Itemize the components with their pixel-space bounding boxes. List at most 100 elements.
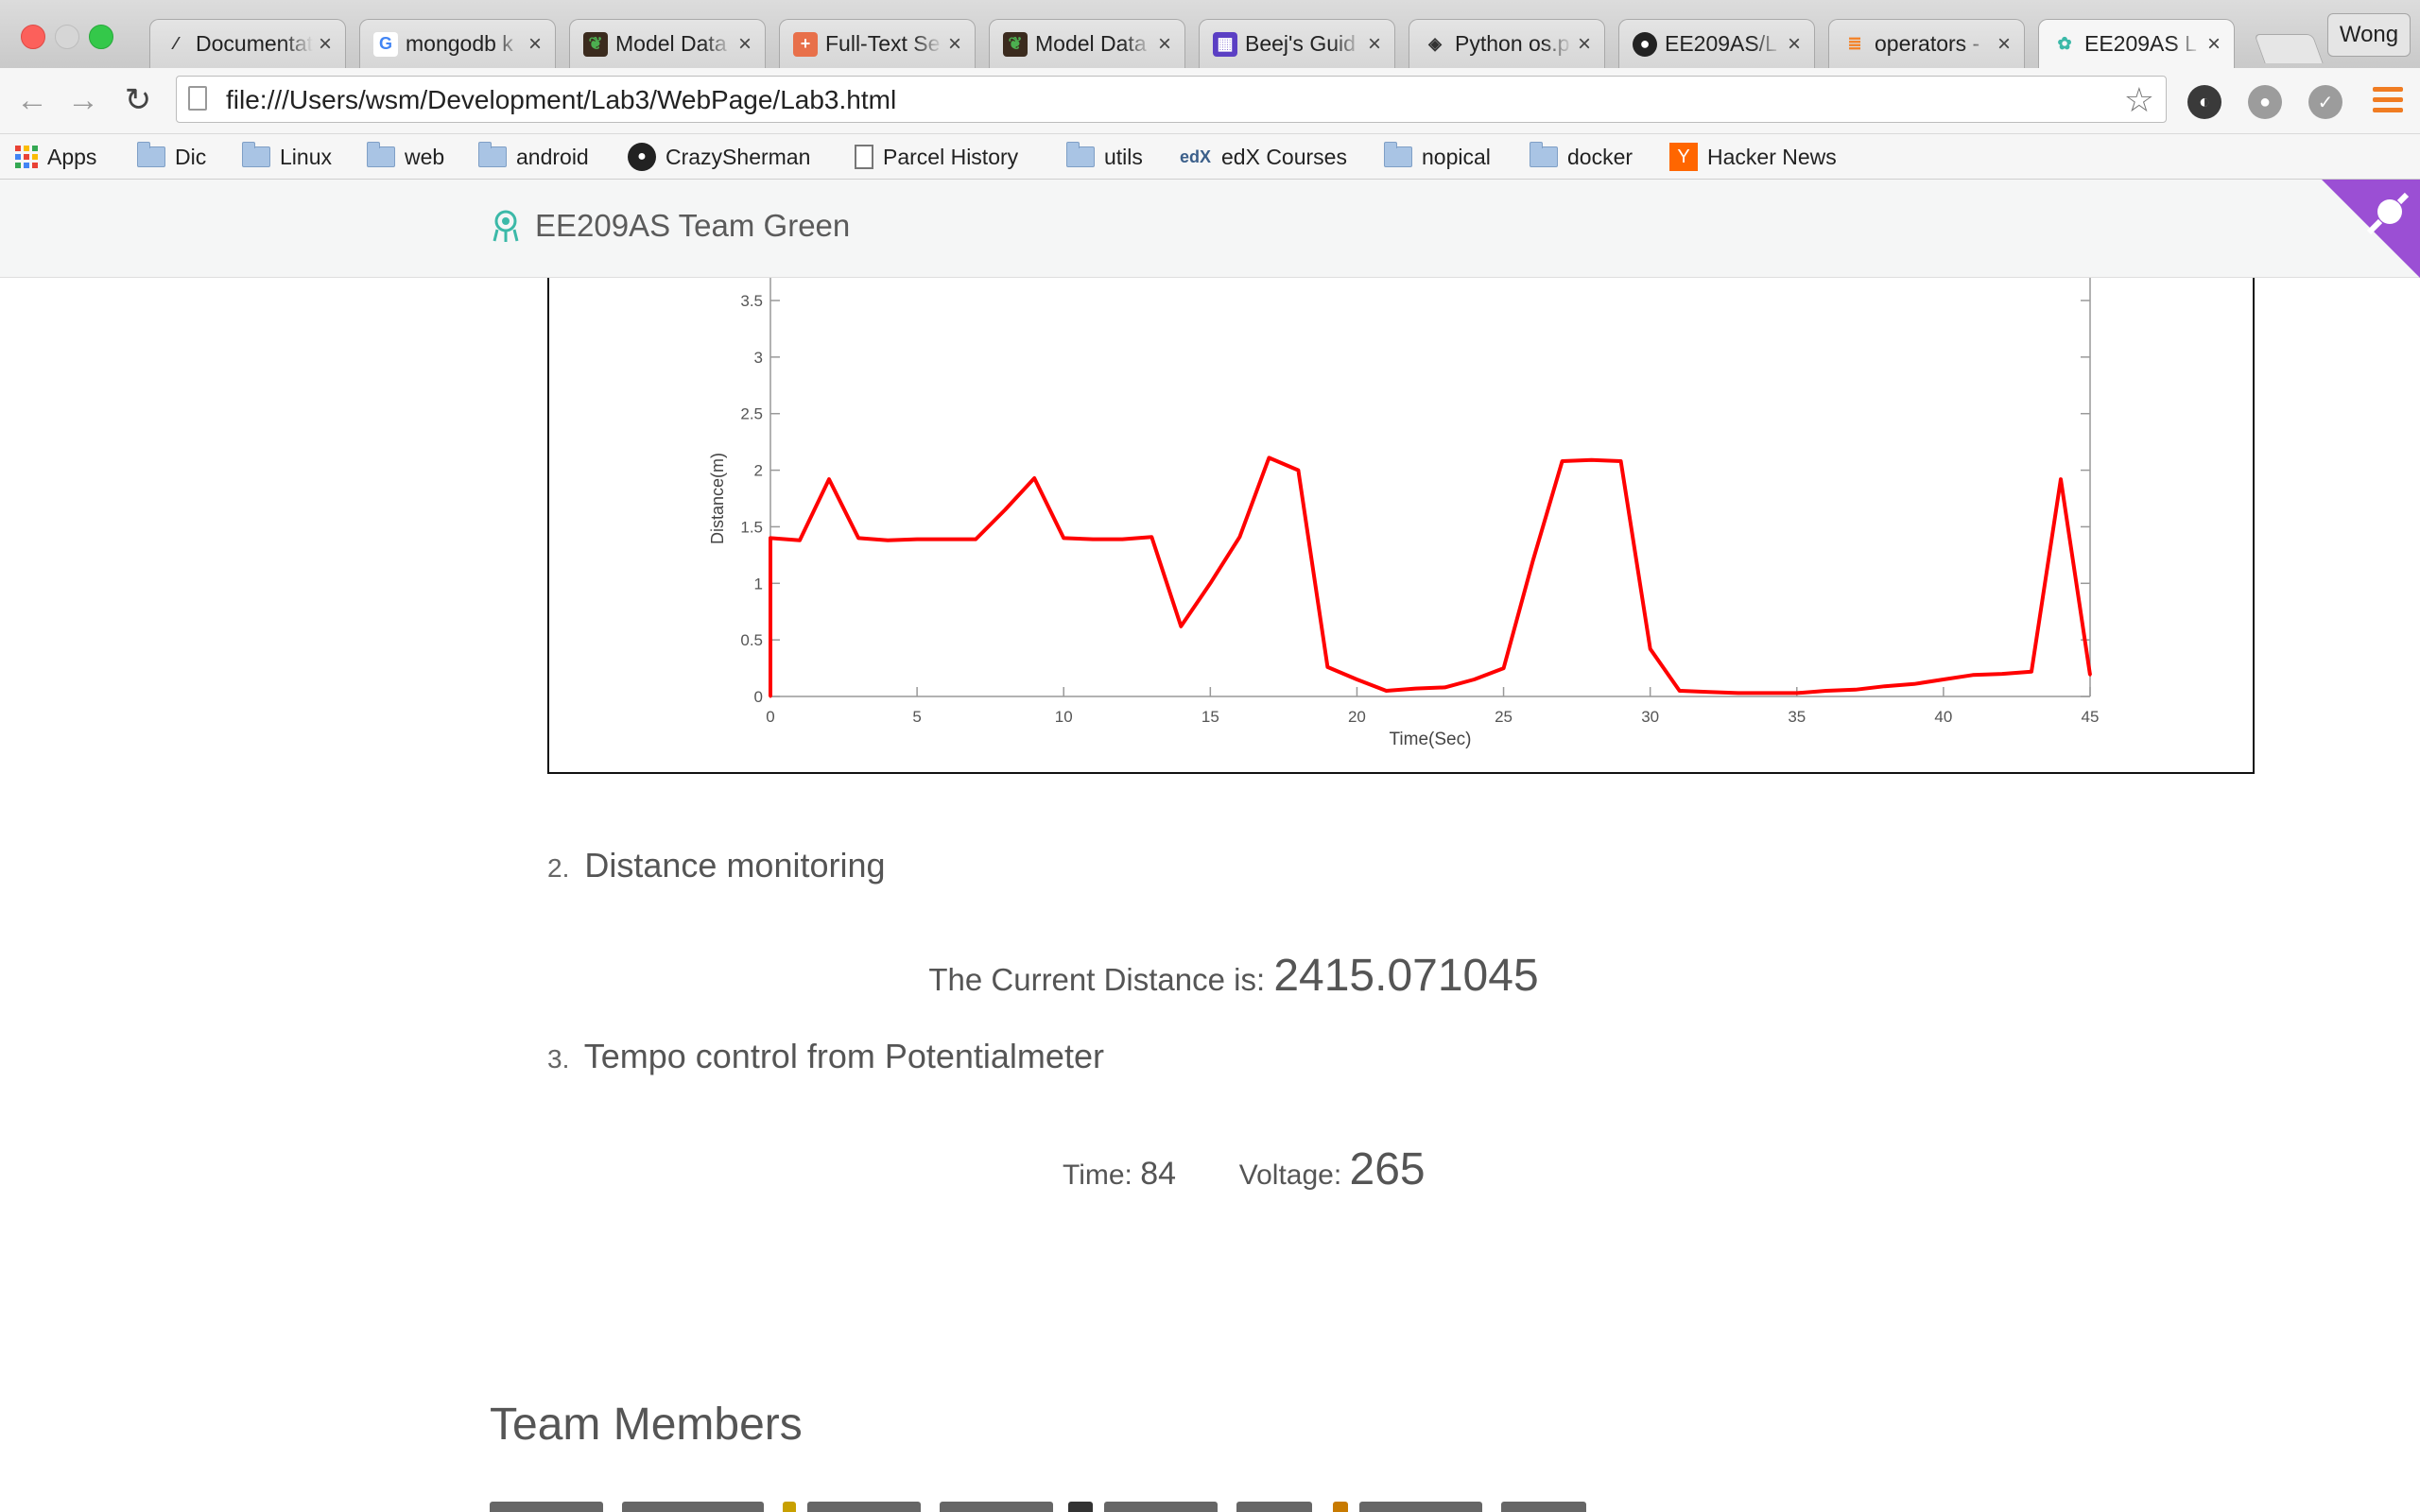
distance-chart-frame: 0 0.5 1 1.5 2 2.5 3 3.5 0 5 10 15 20 25 30 35 40 45 Time(S…	[547, 246, 2255, 774]
bookmark-folder[interactable]: Dic	[137, 140, 206, 174]
new-tab-button[interactable]	[2254, 34, 2324, 63]
data-point	[798, 539, 802, 542]
x-axis-label: Time(Sec)	[1390, 730, 1472, 749]
data-point	[1179, 625, 1183, 628]
bookmark-folder[interactable]: utils	[1066, 140, 1143, 174]
browser-tab[interactable]: ● EE209AS/L ×	[1618, 19, 1815, 68]
tab-title: Documentation	[196, 31, 313, 56]
folder-icon	[137, 142, 165, 167]
zoom-window-button[interactable]	[89, 25, 113, 49]
time-value: 84	[1140, 1156, 1177, 1192]
data-point	[1971, 673, 1975, 677]
github-icon: ●	[1633, 31, 1657, 57]
extension-check-icon[interactable]: ✓	[2308, 85, 2342, 119]
bookmark-edx[interactable]: edX edX Courses	[1180, 140, 1347, 174]
current-distance-value: 2415.071045	[1273, 951, 1539, 1001]
ghostery-icon[interactable]: ◐	[2187, 85, 2221, 119]
profile-button[interactable]: Wong	[2327, 13, 2411, 57]
tempo-section-heading: 3. Tempo control from Potentialmeter	[547, 1037, 1104, 1076]
data-point	[1150, 535, 1153, 539]
browser-tab[interactable]: ❦ Model Data ×	[569, 19, 766, 68]
data-point	[1707, 690, 1711, 694]
x-tick-label: 5	[912, 708, 921, 726]
forward-arrow-icon[interactable]: →	[64, 81, 102, 119]
data-point	[2030, 670, 2033, 674]
back-arrow-icon[interactable]: ←	[13, 81, 51, 119]
data-point	[2088, 673, 2092, 677]
close-tab-icon[interactable]: ×	[2207, 31, 2221, 58]
data-point	[1384, 689, 1388, 693]
data-point	[1091, 538, 1095, 541]
close-tab-icon[interactable]: ×	[1788, 31, 1801, 58]
document-icon	[855, 145, 873, 169]
github-corner-icon[interactable]	[2322, 180, 2420, 278]
section-number: 3.	[547, 1044, 570, 1074]
browser-tab[interactable]: + Full-Text Se ×	[779, 19, 976, 68]
browser-tab[interactable]: ⁄ Documentation ×	[149, 19, 346, 68]
beej-icon: ▦	[1213, 31, 1237, 57]
browser-tab[interactable]: ◈ Python os.p ×	[1409, 19, 1605, 68]
browser-tab[interactable]: ▦ Beej's Guid ×	[1199, 19, 1395, 68]
data-point	[2000, 672, 2004, 676]
tab-title: mongodb k	[406, 31, 513, 56]
browser-tab[interactable]: ≣ operators - ×	[1828, 19, 2025, 68]
python-icon: ◈	[1428, 34, 1442, 53]
data-point	[944, 538, 948, 541]
close-tab-icon[interactable]: ×	[319, 31, 332, 58]
bookmark-label: docker	[1567, 144, 1634, 169]
browser-tab[interactable]: ❦ Model Data ×	[989, 19, 1185, 68]
folder-icon	[1530, 142, 1558, 167]
apps-grid-icon	[15, 146, 38, 168]
browser-tab-active[interactable]: ✿ EE209AS L ×	[2038, 19, 2235, 68]
current-distance-readout: The Current Distance is: 2415.071045	[0, 950, 2420, 1002]
close-tab-icon[interactable]: ×	[948, 31, 961, 58]
data-point	[1678, 689, 1682, 693]
bookmark-folder[interactable]: docker	[1530, 140, 1633, 174]
bookmark-page[interactable]: Parcel History	[855, 140, 1018, 174]
data-point	[1473, 678, 1477, 681]
menu-icon[interactable]	[2373, 87, 2403, 115]
bookmark-folder[interactable]: nopical	[1384, 140, 1491, 174]
data-point	[886, 539, 890, 542]
data-point	[1649, 647, 1652, 651]
minimize-window-button[interactable]	[55, 25, 79, 49]
bookmark-star-icon[interactable]: ☆	[2124, 80, 2154, 120]
bookmark-folder[interactable]: web	[367, 140, 444, 174]
y-tick-label: 2.5	[740, 405, 763, 423]
close-window-button[interactable]	[21, 25, 45, 49]
url-input[interactable]	[224, 82, 2100, 118]
browser-tab[interactable]: G mongodb k ×	[359, 19, 556, 68]
close-tab-icon[interactable]: ×	[1997, 31, 2011, 58]
close-tab-icon[interactable]: ×	[1368, 31, 1381, 58]
bookmark-folder[interactable]: Linux	[242, 140, 332, 174]
y-tick-label: 3	[754, 349, 763, 367]
data-point	[1325, 665, 1329, 669]
close-tab-icon[interactable]: ×	[738, 31, 752, 58]
bookmark-folder[interactable]: android	[478, 140, 589, 174]
close-tab-icon[interactable]: ×	[1158, 31, 1171, 58]
bookmark-label: android	[516, 144, 589, 169]
data-point	[1912, 682, 1916, 686]
distance-section-heading: 2. Distance monitoring	[547, 846, 886, 885]
tab-title: Full-Text Se	[825, 31, 941, 56]
extension-globe-icon[interactable]: ●	[2248, 85, 2282, 119]
y-tick-label: 1	[754, 575, 763, 593]
close-tab-icon[interactable]: ×	[528, 31, 542, 58]
mongodb-leaf-icon: ❦	[1003, 31, 1028, 57]
current-distance-label: The Current Distance is:	[928, 962, 1266, 997]
data-point	[1795, 691, 1799, 695]
bookmark-apps[interactable]: Apps	[15, 140, 96, 174]
folder-icon	[1384, 142, 1412, 167]
bookmark-github[interactable]: ● CrazySherman	[628, 140, 810, 174]
reload-icon[interactable]: ↻	[119, 81, 157, 119]
bookmark-hacker-news[interactable]: Y Hacker News	[1669, 140, 1837, 174]
data-point	[769, 695, 772, 698]
brand-link[interactable]: EE209AS Team Green	[492, 208, 850, 244]
folder-icon	[367, 142, 395, 167]
brand-name: EE209AS Team Green	[535, 208, 851, 243]
close-tab-icon[interactable]: ×	[1578, 31, 1591, 58]
data-point	[1531, 558, 1535, 562]
data-point	[827, 477, 831, 481]
address-bar[interactable]: ☆	[176, 76, 2167, 123]
bookmark-label: Dic	[175, 144, 207, 169]
